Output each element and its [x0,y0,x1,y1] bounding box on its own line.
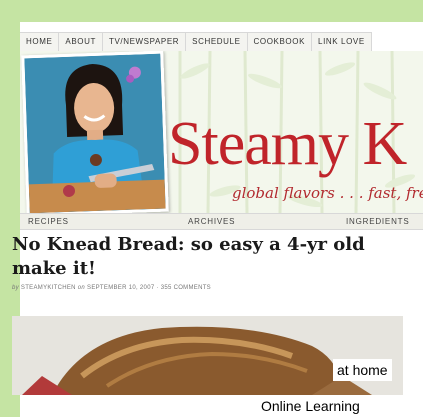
byline-on: on [77,285,86,291]
post-byline: by STEAMYKITCHEN on SEPTEMBER 10, 2007 ·… [12,285,211,291]
nav-cookbook[interactable]: COOKBOOK [248,33,313,51]
byline-comments[interactable]: 355 COMMENTS [161,285,211,291]
nav-archives[interactable]: ARCHIVES [188,214,235,229]
ad-overlay-at-home[interactable]: at home [333,359,392,381]
nav-home[interactable]: HOME [20,33,60,51]
category-navigation: RECIPES ARCHIVES INGREDIENTS [20,213,423,230]
chef-photo [21,51,169,213]
site-header[interactable]: Steamy K global flavors . . . fast, fres… [20,51,423,213]
post-title[interactable]: No Knead Bread: so easy a 4-yr old make … [12,233,403,281]
nav-recipes[interactable]: RECIPES [28,214,69,229]
byline-by: by [12,285,19,291]
nav-about[interactable]: ABOUT [59,33,103,51]
post-title-line-1[interactable]: No Knead Bread: so easy a 4-yr old [12,234,365,255]
byline-date: SEPTEMBER 10, 2007 [87,285,155,291]
site-tagline: global flavors . . . fast, fresh [232,184,423,202]
nav-link-love[interactable]: LINK LOVE [312,33,372,51]
nav-tv-newspaper[interactable]: TV/NEWSPAPER [103,33,187,51]
post-title-line-2[interactable]: make it! [12,258,96,279]
chef-portrait-icon [24,53,166,213]
top-navigation: HOME ABOUT TV/NEWSPAPER SCHEDULE COOKBOO… [20,32,372,52]
site-logo-text[interactable]: Steamy K [168,109,407,180]
nav-schedule[interactable]: SCHEDULE [186,33,248,51]
bread-image-icon [12,316,403,395]
post-image[interactable] [12,316,403,395]
ad-overlay-online-learning[interactable]: Online Learning [258,395,364,417]
nav-ingredients[interactable]: INGREDIENTS [346,214,409,229]
byline-author[interactable]: STEAMYKITCHEN [21,285,76,291]
